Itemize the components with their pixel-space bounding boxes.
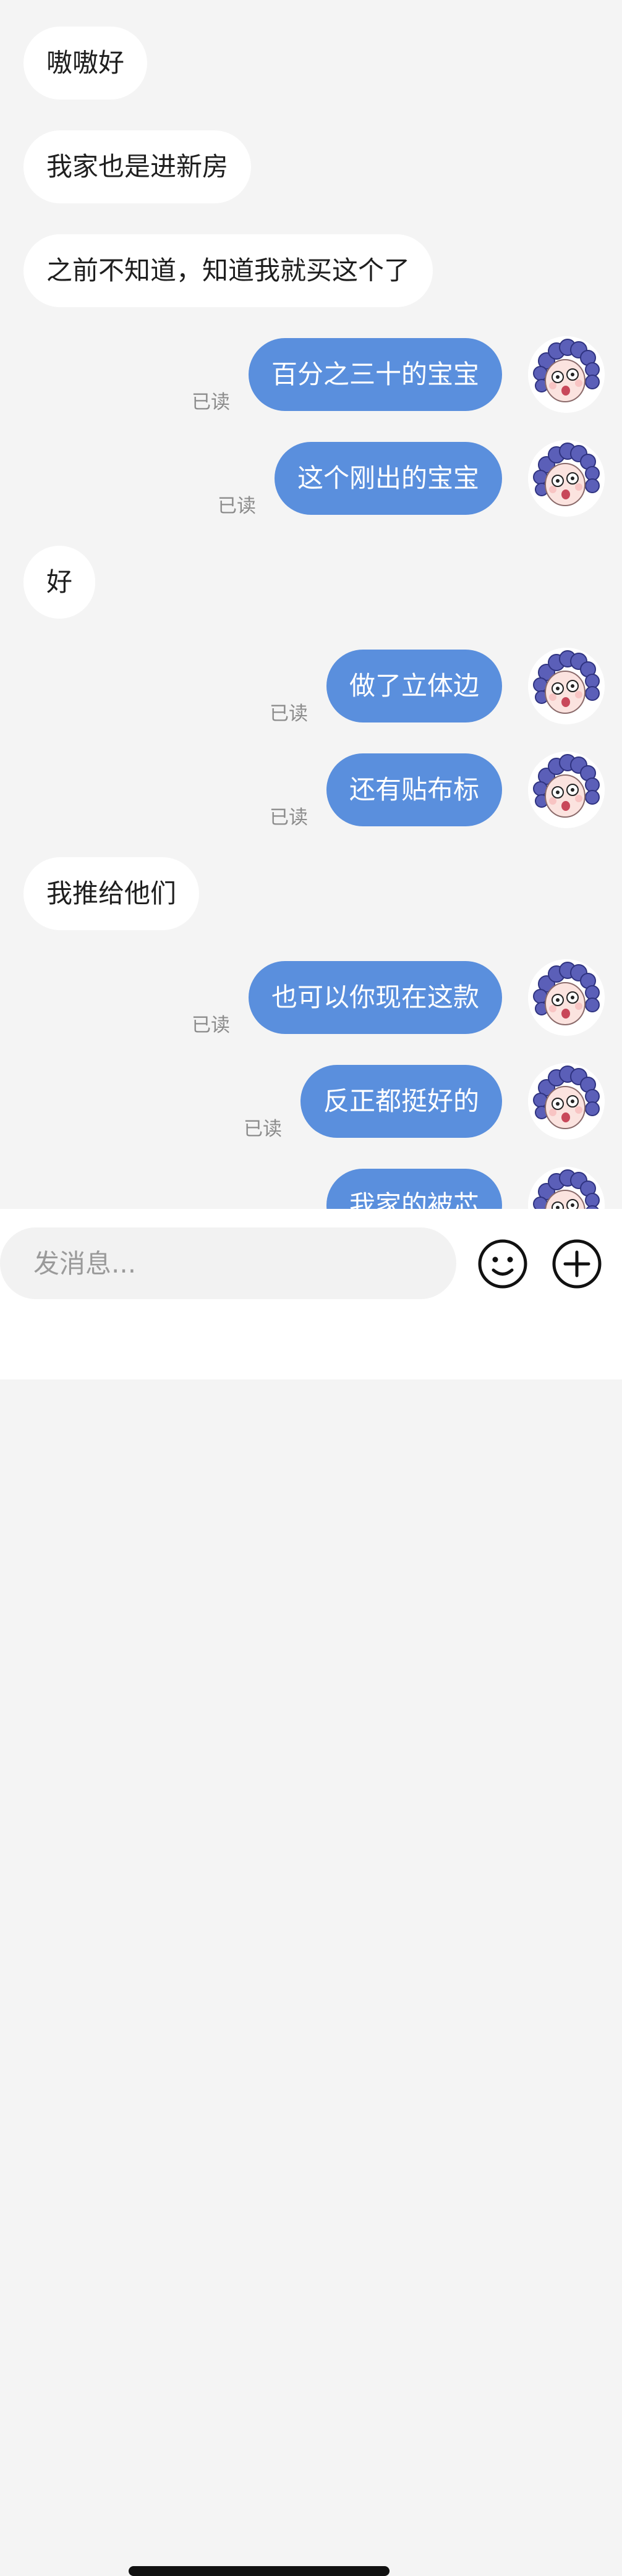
- incoming-message-row: 我推给他们: [0, 857, 622, 930]
- emoji-button[interactable]: [477, 1239, 528, 1289]
- read-receipt: 已读: [218, 495, 256, 517]
- outgoing-message-bubble[interactable]: 反正都挺好的: [300, 1065, 502, 1138]
- outgoing-message-row: 我家的被芯: [0, 1167, 622, 1209]
- home-indicator[interactable]: [129, 2566, 390, 2576]
- smiley-icon: [478, 1239, 527, 1289]
- outgoing-message-bubble[interactable]: 做了立体边: [326, 650, 502, 722]
- incoming-message-row: 嗷嗷好: [0, 27, 622, 100]
- message-input[interactable]: [0, 1227, 456, 1299]
- avatar[interactable]: [528, 1063, 605, 1140]
- incoming-message-row: 我家也是进新房: [0, 130, 622, 203]
- avatar[interactable]: [528, 752, 605, 828]
- avatar[interactable]: [528, 440, 605, 517]
- outgoing-message-row: 做了立体边 已读: [0, 648, 622, 725]
- outgoing-message-row: 也可以你现在这款 已读: [0, 959, 622, 1036]
- read-receipt: 已读: [192, 391, 230, 413]
- add-button[interactable]: [552, 1239, 602, 1289]
- avatar[interactable]: [528, 648, 605, 724]
- incoming-message-bubble[interactable]: 好: [23, 546, 96, 619]
- read-receipt: 已读: [270, 703, 308, 725]
- outgoing-message-row: 还有贴布标 已读: [0, 752, 622, 829]
- input-bar: [0, 1209, 622, 2576]
- outgoing-message-bubble[interactable]: 也可以你现在这款: [248, 961, 502, 1034]
- outgoing-message-bubble[interactable]: 我家的被芯: [326, 1169, 502, 1209]
- outgoing-message-row: 这个刚出的宝宝 已读: [0, 440, 622, 517]
- outgoing-message-bubble[interactable]: 这个刚出的宝宝: [274, 442, 502, 515]
- outgoing-message-bubble[interactable]: 百分之三十的宝宝: [248, 338, 502, 411]
- incoming-message-row: 之前不知道，知道我就买这个了: [0, 234, 622, 307]
- read-receipt: 已读: [192, 1014, 230, 1036]
- incoming-message-bubble[interactable]: 嗷嗷好: [23, 27, 148, 100]
- outgoing-message-bubble[interactable]: 还有贴布标: [326, 753, 502, 826]
- incoming-message-bubble[interactable]: 之前不知道，知道我就买这个了: [23, 234, 433, 307]
- incoming-message-bubble[interactable]: 我推给他们: [23, 857, 200, 930]
- avatar[interactable]: [528, 1167, 605, 1209]
- incoming-message-row: 好: [0, 546, 622, 619]
- outgoing-message-row: 百分之三十的宝宝 已读: [0, 336, 622, 413]
- plus-circle-icon: [552, 1239, 602, 1289]
- read-receipt: 已读: [270, 807, 308, 829]
- chat-message-list[interactable]: 嗷嗷好 我家也是进新房 之前不知道，知道我就买这个了 百分之三十的宝宝 已读 这个刚出的宝…: [0, 0, 622, 1209]
- read-receipt: 已读: [244, 1118, 282, 1140]
- avatar[interactable]: [528, 959, 605, 1036]
- incoming-message-bubble[interactable]: 我家也是进新房: [23, 130, 252, 203]
- outgoing-message-row: 反正都挺好的 已读: [0, 1063, 622, 1140]
- avatar[interactable]: [528, 336, 605, 413]
